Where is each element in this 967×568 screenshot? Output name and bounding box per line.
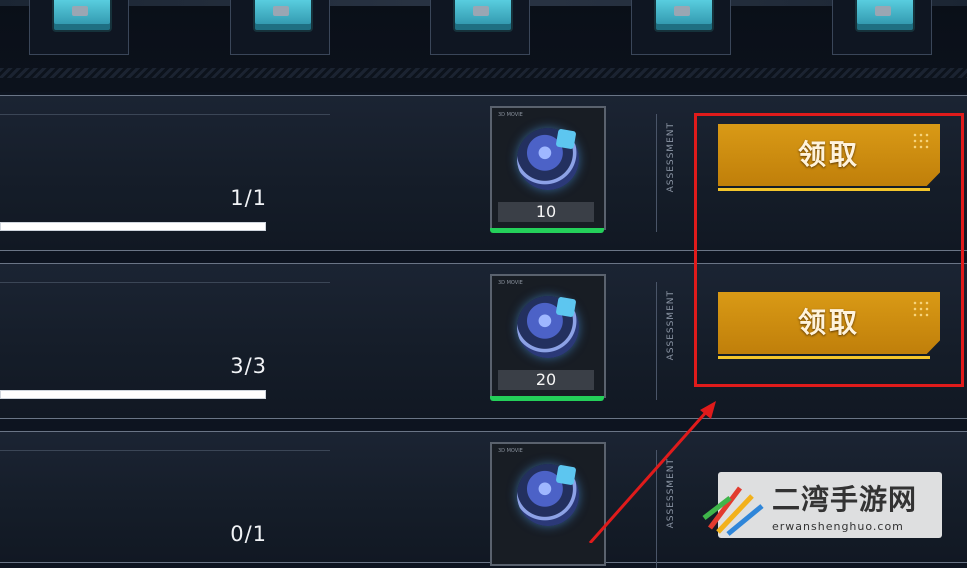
watermark-url: erwanshenghuo.com (772, 520, 904, 533)
watermark-title: 二湾手游网 (772, 483, 918, 516)
watermark-logo-icon (702, 486, 764, 536)
site-watermark: 二湾手游网 erwanshenghuo.com (702, 472, 942, 538)
annotation-arrow-icon (588, 401, 716, 543)
